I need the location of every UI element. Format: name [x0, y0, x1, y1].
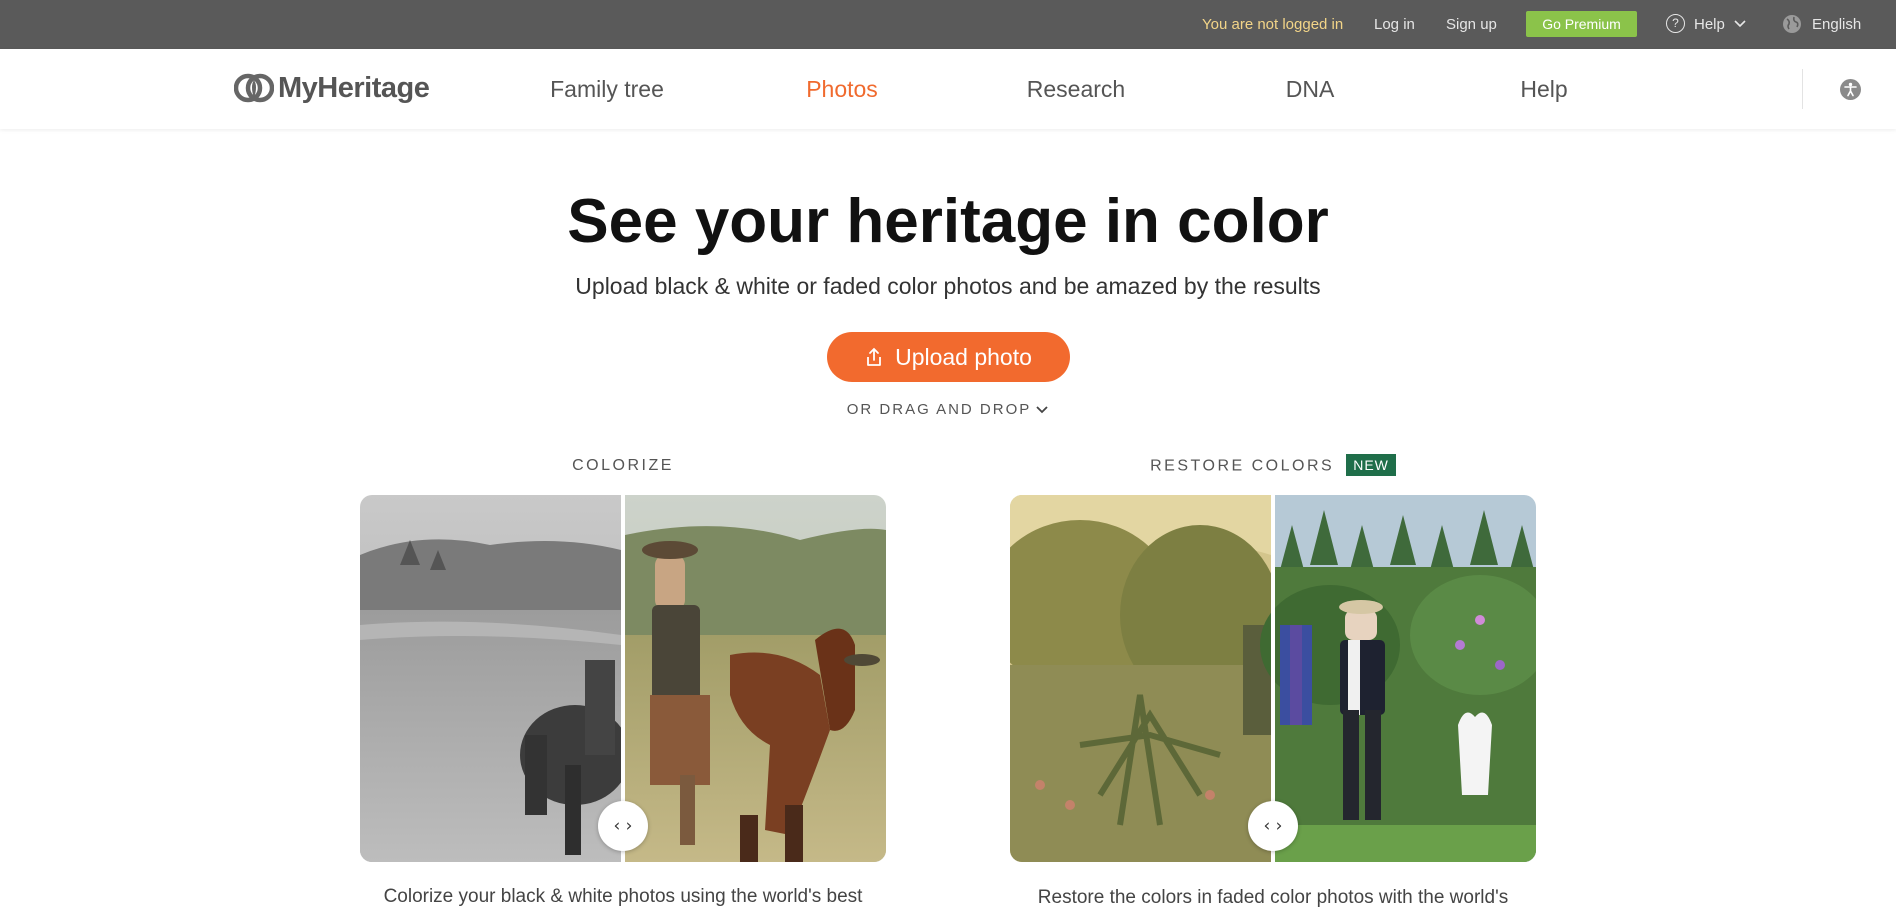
help-circle-icon: ?: [1666, 14, 1685, 34]
new-badge: NEW: [1346, 454, 1396, 476]
nav-family-tree[interactable]: Family tree: [517, 49, 697, 129]
top-utility-bar: You are not logged in Log in Sign up Go …: [0, 0, 1896, 49]
nav-help[interactable]: Help: [1454, 49, 1634, 129]
page-subtitle: Upload black & white or faded color phot…: [575, 273, 1321, 299]
myheritage-logo[interactable]: MyHeritage: [234, 69, 430, 107]
chevron-down-icon: [1036, 405, 1048, 413]
nav-dna[interactable]: DNA: [1220, 49, 1400, 129]
nav-photos[interactable]: Photos: [752, 49, 932, 129]
logo-text: MyHeritage: [278, 71, 430, 104]
drag-and-drop-toggle[interactable]: OR DRAG AND DROP: [0, 401, 1896, 418]
chevron-down-icon: [1734, 19, 1746, 27]
colorize-label: COLORIZE: [572, 457, 674, 474]
drag-and-drop-label: OR DRAG AND DROP: [846, 401, 1032, 418]
login-status-text: You are not logged in: [1202, 16, 1344, 33]
upload-icon: [867, 347, 881, 366]
restore-colors-label: RESTORE COLORS NEW: [1010, 454, 1536, 476]
main-navigation: MyHeritage Family tree Photos Research D…: [0, 49, 1896, 129]
go-premium-button[interactable]: Go Premium: [1526, 11, 1637, 37]
restore-colors-caption: Restore the colors in faded color photos…: [1037, 887, 1509, 908]
accessibility-icon[interactable]: [1840, 79, 1861, 100]
language-selector[interactable]: English: [1782, 0, 1861, 49]
sign-up-link[interactable]: Sign up: [1446, 0, 1497, 49]
globe-icon: [1783, 14, 1801, 33]
upload-photo-label: Upload photo: [895, 344, 1032, 370]
log-in-link[interactable]: Log in: [1374, 0, 1415, 49]
restore-colors-comparison-image[interactable]: ‹ ›: [1010, 495, 1536, 862]
colorize-comparison-image[interactable]: ‹ ›: [360, 495, 886, 862]
upload-photo-button[interactable]: Upload photo: [827, 332, 1070, 382]
help-menu[interactable]: ? Help: [1666, 0, 1746, 49]
page-title: See your heritage in color: [567, 187, 1329, 256]
colorize-caption: Colorize your black & white photos using…: [383, 886, 863, 907]
nav-divider: [1802, 69, 1803, 109]
help-menu-label: Help: [1694, 16, 1725, 33]
slider-arrows-icon[interactable]: ‹ ›: [1248, 801, 1298, 851]
nav-research[interactable]: Research: [986, 49, 1166, 129]
restore-colors-label-text: RESTORE COLORS: [1150, 457, 1335, 475]
slider-arrows-icon[interactable]: ‹ ›: [598, 801, 648, 851]
language-label: English: [1812, 16, 1862, 33]
myheritage-logo-icon: [234, 73, 274, 103]
